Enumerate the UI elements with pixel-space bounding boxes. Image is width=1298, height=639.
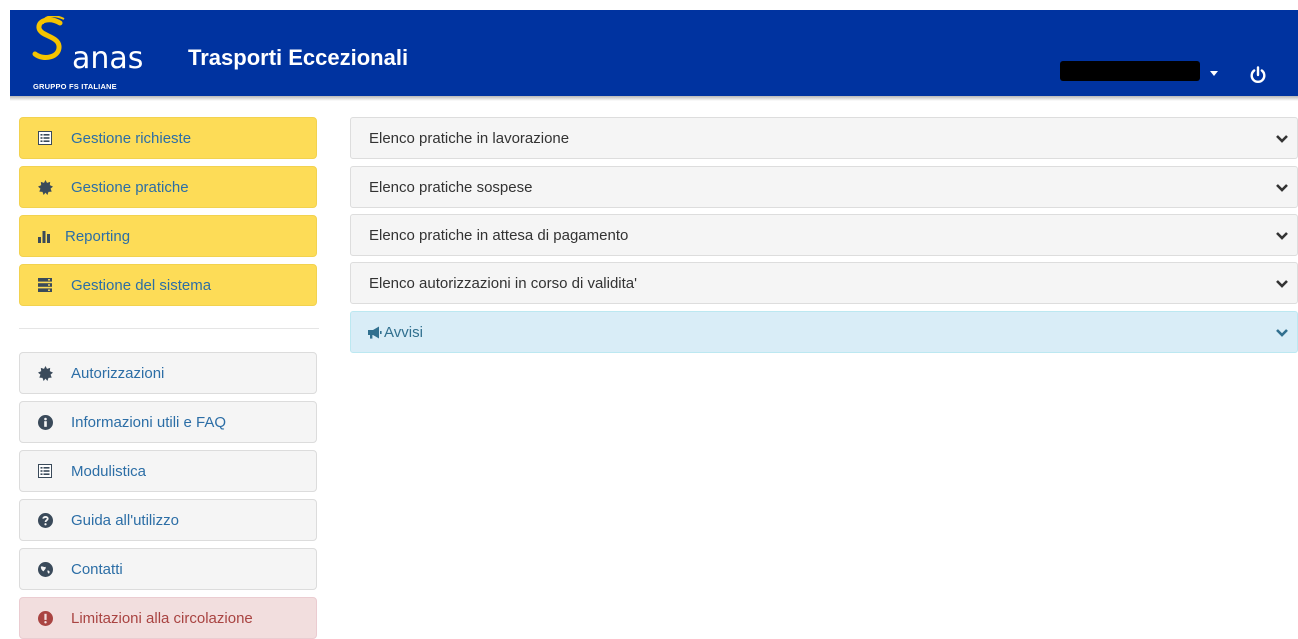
user-menu-toggle[interactable] — [1060, 57, 1220, 87]
bullhorn-icon — [368, 326, 382, 339]
logo-wordmark: anas — [72, 41, 144, 76]
header-shadow — [10, 96, 1298, 101]
panel-pratiche-sospese[interactable]: Elenco pratiche sospese — [350, 166, 1298, 208]
app-title: Trasporti Eccezionali — [188, 45, 409, 70]
logo-subtext: GRUPPO FS ITALIANE — [33, 82, 117, 91]
sidebar-item-limitazioni[interactable]: Limitazioni alla circolazione — [19, 597, 317, 639]
sidebar-item-label: Informazioni utili e FAQ — [71, 413, 227, 431]
info-circle-icon — [37, 414, 53, 430]
panel-title-avvisi: Avvisi — [367, 324, 423, 341]
user-name-redacted — [1060, 61, 1200, 81]
sidebar-item-label: Reporting — [65, 227, 131, 245]
certificate-icon — [37, 365, 53, 381]
sidebar-divider — [19, 328, 319, 329]
chevron-down-icon — [1276, 184, 1288, 192]
sidebar-item-modulistica[interactable]: Modulistica — [19, 450, 317, 492]
panel-avvisi[interactable]: Avvisi — [350, 311, 1298, 353]
globe-icon — [37, 561, 53, 577]
list-icon — [37, 463, 53, 479]
sidebar-item-autorizzazioni[interactable]: Autorizzazioni — [19, 352, 317, 394]
certificate-icon — [37, 179, 53, 195]
sidebar-item-reporting[interactable]: Reporting — [19, 215, 317, 257]
anas-s-icon — [32, 16, 65, 60]
chevron-down-icon — [1276, 135, 1288, 143]
question-circle-icon — [37, 512, 53, 528]
power-icon — [1250, 66, 1266, 84]
panel-title: Elenco autorizzazioni in corso di validi… — [369, 274, 638, 292]
sidebar-item-label: Gestione pratiche — [71, 178, 189, 196]
panel-autorizzazioni-validita[interactable]: Elenco autorizzazioni in corso di validi… — [350, 262, 1298, 304]
panel-title: Elenco pratiche sospese — [369, 178, 533, 196]
chevron-down-icon — [1276, 232, 1288, 240]
sidebar-item-gestione-richieste[interactable]: Gestione richieste — [19, 117, 317, 159]
panel-pratiche-attesa-pagamento[interactable]: Elenco pratiche in attesa di pagamento — [350, 214, 1298, 256]
sidebar-item-label: Autorizzazioni — [71, 364, 165, 382]
logout-button[interactable] — [1248, 65, 1268, 85]
bar-chart-icon — [37, 228, 53, 244]
sidebar-item-label: Gestione del sistema — [71, 276, 212, 294]
sidebar-item-gestione-pratiche[interactable]: Gestione pratiche — [19, 166, 317, 208]
anas-logo[interactable]: anas GRUPPO FS ITALIANE — [32, 16, 162, 96]
sidebar-item-guida[interactable]: Guida all'utilizzo — [19, 499, 317, 541]
sidebar-item-contatti[interactable]: Contatti — [19, 548, 317, 590]
sidebar-item-label: Guida all'utilizzo — [71, 511, 179, 529]
chevron-down-icon — [1276, 280, 1288, 288]
panel-pratiche-lavorazione[interactable]: Elenco pratiche in lavorazione — [350, 117, 1298, 159]
list-icon — [37, 130, 53, 146]
sidebar-item-informazioni-faq[interactable]: Informazioni utili e FAQ — [19, 401, 317, 443]
sidebar-item-label: Modulistica — [71, 462, 147, 480]
sidebar-item-label: Contatti — [71, 560, 123, 578]
panel-title: Avvisi — [384, 323, 423, 341]
sidebar-item-label: Gestione richieste — [71, 129, 192, 147]
caret-down-icon — [1210, 71, 1218, 76]
exclamation-circle-icon — [37, 610, 53, 626]
panel-title: Elenco pratiche in attesa di pagamento — [369, 226, 629, 244]
server-icon — [37, 277, 53, 293]
chevron-down-icon — [1276, 329, 1288, 337]
sidebar-item-label: Limitazioni alla circolazione — [71, 609, 253, 627]
sidebar-item-gestione-sistema[interactable]: Gestione del sistema — [19, 264, 317, 306]
panel-title: Elenco pratiche in lavorazione — [369, 129, 570, 147]
